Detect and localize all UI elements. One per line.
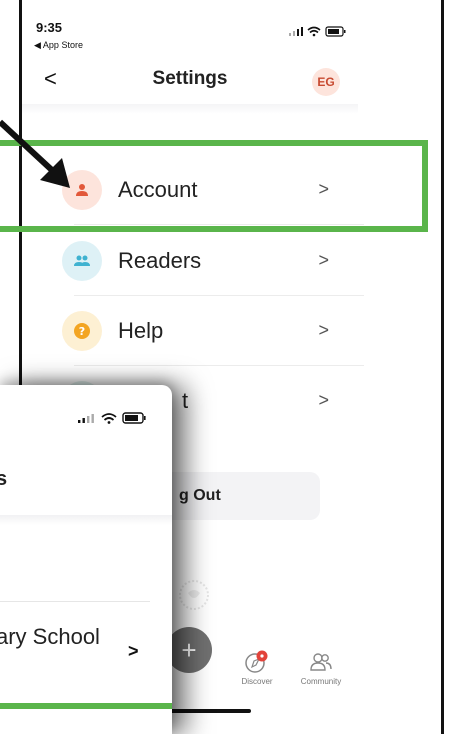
pointer-arrow-icon [0, 119, 70, 188]
overlay-screenshot: s ary School > [0, 385, 172, 734]
status-icons [78, 412, 146, 424]
tab-label: Discover [241, 677, 273, 686]
overlay-highlight-box [0, 703, 172, 734]
divider [0, 601, 150, 602]
menu-item-readers[interactable]: Readers > [62, 238, 345, 284]
tab-label: Community [300, 677, 342, 686]
chevron-right-icon: > [318, 320, 329, 340]
question-icon: ? [62, 311, 102, 351]
app-logo-icon [179, 580, 209, 610]
add-button[interactable]: + [166, 627, 212, 673]
menu-item-label: Help [118, 318, 164, 343]
menu-item-label: t [182, 388, 189, 413]
tab-community[interactable]: Community [291, 650, 351, 686]
school-list-item[interactable]: ary School [0, 624, 100, 650]
svg-text:?: ? [79, 325, 85, 338]
overlay-page-title: s [0, 468, 8, 490]
compass-icon [245, 650, 268, 673]
chevron-right-icon: > [318, 390, 329, 410]
chevron-right-icon: > [318, 250, 329, 270]
chevron-right-icon: > [128, 641, 139, 661]
menu-item-label: Readers [118, 248, 202, 273]
back-to-app-store-link[interactable]: ◀ App Store [34, 40, 83, 51]
community-icon [310, 653, 332, 671]
status-icons [289, 26, 346, 37]
overlay-header-divider [0, 515, 172, 525]
avatar[interactable]: EG [312, 68, 340, 96]
status-time: 9:35 [36, 20, 63, 35]
tab-discover[interactable]: Discover [227, 650, 287, 686]
group-icon [62, 241, 102, 281]
menu-item-help[interactable]: ? Help > [62, 308, 345, 354]
logout-label: g Out [179, 487, 221, 504]
page-title: Settings [152, 68, 228, 89]
divider [74, 295, 364, 296]
divider [74, 365, 364, 366]
